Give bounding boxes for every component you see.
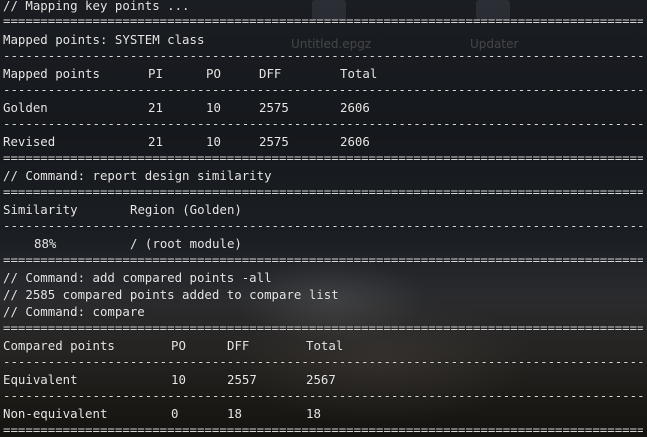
separator-double: ========================================…: [3, 320, 643, 335]
column-header: Mapped points: [3, 66, 100, 81]
table-cell: 10: [206, 134, 221, 149]
separator-single: ----------------------------------------…: [3, 116, 643, 131]
table-cell: 2606: [340, 134, 370, 149]
add-result: // 2585 compared points added to compare…: [3, 287, 339, 302]
column-header: DFF: [227, 338, 250, 353]
table-row: Golden 21 10 2575 2606: [3, 100, 643, 116]
table-cell: 10: [206, 100, 221, 115]
column-header: DFF: [259, 66, 282, 81]
separator-single: ----------------------------------------…: [3, 48, 643, 63]
column-header: Compared points: [3, 338, 115, 353]
table-cell: 21: [148, 134, 163, 149]
screen: Untitled.epgz Updater // Mapping key poi…: [0, 0, 647, 437]
table-cell: / (root module): [130, 236, 242, 251]
mapped-table-header: Mapped points PI PO DFF Total: [3, 66, 643, 82]
table-cell: 2557: [227, 372, 257, 387]
separator-double: ========================================…: [3, 150, 643, 165]
column-header: PO: [206, 66, 221, 81]
table-cell: Golden: [3, 100, 48, 115]
table-cell: 18: [227, 406, 242, 421]
column-header: Region (Golden): [130, 202, 242, 217]
table-cell: 21: [148, 100, 163, 115]
table-cell: 0: [171, 406, 179, 421]
mapping-comment: // Mapping key points ...: [3, 0, 190, 13]
compared-table-header: Compared points PO DFF Total: [3, 338, 643, 354]
separator-double: ========================================…: [3, 422, 643, 437]
add-command: // Command: add compared points -all: [3, 270, 272, 285]
column-header: Total: [306, 338, 344, 353]
compare-command: // Command: compare: [3, 304, 145, 319]
table-row: Revised 21 10 2575 2606: [3, 134, 643, 150]
separator-single: ----------------------------------------…: [3, 388, 643, 403]
table-cell: Equivalent: [3, 372, 78, 387]
table-row: Non-equivalent 0 18 18: [3, 406, 643, 422]
mapped-points-title: Mapped points: SYSTEM class: [3, 32, 205, 47]
separator-single: ----------------------------------------…: [3, 82, 643, 97]
table-cell: 2575: [259, 134, 289, 149]
column-header: PO: [171, 338, 186, 353]
column-header: Total: [340, 66, 378, 81]
separator-double: ========================================…: [3, 13, 643, 28]
table-row: Equivalent 10 2557 2567: [3, 372, 643, 388]
similarity-command: // Command: report design similarity: [3, 168, 272, 183]
separator-double: ========================================…: [3, 252, 643, 267]
column-header: PI: [148, 66, 163, 81]
table-cell: 18: [306, 406, 321, 421]
table-cell: Non-equivalent: [3, 406, 108, 421]
table-cell: 2575: [259, 100, 289, 115]
table-row: 88% / (root module): [3, 236, 643, 252]
separator-single: ----------------------------------------…: [3, 218, 643, 233]
table-cell: 10: [171, 372, 186, 387]
table-cell: 2606: [340, 100, 370, 115]
table-cell: 88%: [34, 236, 57, 251]
table-cell: 2567: [306, 372, 336, 387]
separator-double: ========================================…: [3, 184, 643, 199]
table-cell: Revised: [3, 134, 56, 149]
separator-single: ----------------------------------------…: [3, 354, 643, 369]
similarity-table-header: Similarity Region (Golden): [3, 202, 643, 218]
column-header: Similarity: [3, 202, 78, 217]
